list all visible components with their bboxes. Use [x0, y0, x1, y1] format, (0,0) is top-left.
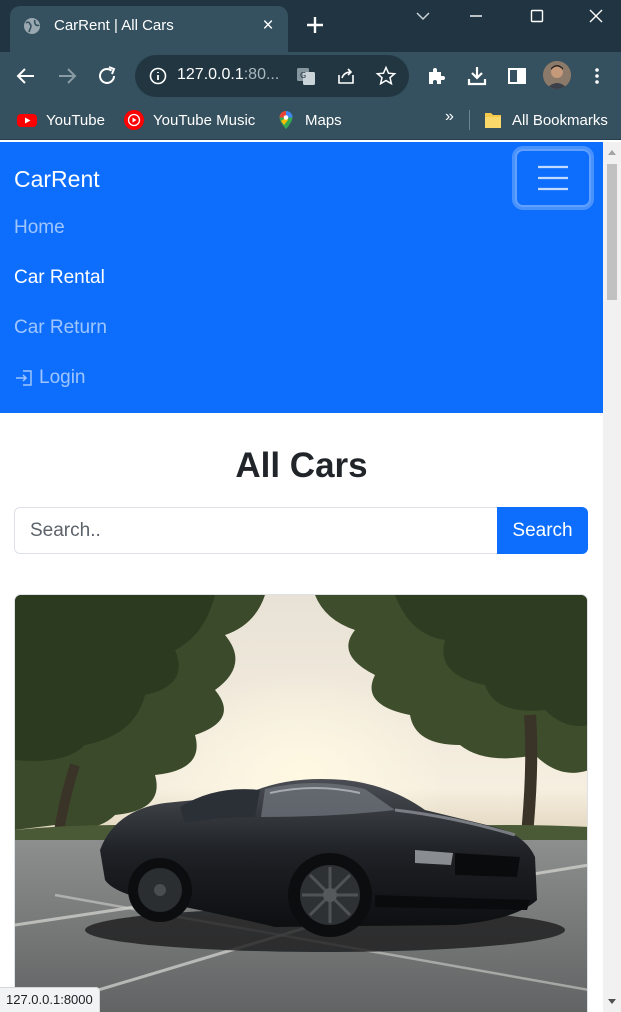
status-url-bubble: 127.0.0.1:8000 — [0, 987, 100, 1012]
bookmarks-overflow-button[interactable]: » — [445, 108, 454, 126]
hamburger-icon — [538, 165, 568, 191]
nav-link-home[interactable]: Home — [14, 217, 65, 239]
address-rest: :80... — [243, 66, 280, 83]
page-viewport: CarRent Home Car Rental Car Return Login… — [0, 142, 603, 1012]
info-icon[interactable] — [147, 65, 169, 87]
svg-text:G: G — [300, 71, 306, 80]
bookmark-label: Maps — [305, 111, 342, 129]
youtube-icon — [17, 114, 37, 127]
scroll-up-arrow-icon[interactable] — [607, 148, 617, 158]
navbar-brand[interactable]: CarRent — [14, 166, 100, 193]
plus-icon[interactable] — [304, 14, 326, 36]
bookmark-label: YouTube — [46, 111, 105, 129]
download-icon[interactable] — [465, 64, 489, 88]
browser-toolbar: 127.0.0.1:80... G — [0, 52, 621, 100]
nav-link-login[interactable]: Login — [14, 367, 86, 389]
login-icon — [16, 370, 32, 386]
search-form: Search — [14, 507, 588, 554]
chevron-down-icon[interactable] — [411, 4, 435, 28]
browser-tab[interactable]: CarRent | All Cars × — [10, 6, 288, 52]
bookmark-youtube[interactable]: YouTube — [16, 109, 105, 131]
address-host: 127.0.0.1 — [177, 66, 244, 83]
car-image[interactable] — [15, 595, 588, 1012]
nav-link-car-rental[interactable]: Car Rental — [14, 267, 105, 289]
navbar-toggler-button[interactable] — [515, 149, 591, 207]
navbar: CarRent Home Car Rental Car Return Login — [0, 142, 603, 413]
minimize-icon[interactable] — [464, 4, 488, 28]
translate-icon[interactable]: G — [295, 65, 317, 87]
bookmark-label: All Bookmarks — [512, 111, 608, 129]
share-icon[interactable] — [335, 65, 357, 87]
maximize-icon[interactable] — [525, 4, 549, 28]
page-title: All Cars — [235, 446, 368, 485]
avatar-image — [543, 61, 571, 89]
search-button[interactable]: Search — [497, 507, 588, 554]
bookmark-maps[interactable]: Maps — [275, 109, 342, 131]
avatar[interactable] — [543, 61, 571, 89]
star-icon[interactable] — [375, 65, 397, 87]
bookmark-label: YouTube Music — [153, 111, 256, 129]
back-icon[interactable] — [14, 64, 38, 88]
scroll-thumb[interactable] — [607, 164, 617, 300]
scroll-down-arrow-icon[interactable] — [607, 996, 617, 1006]
youtube-music-icon — [124, 110, 144, 130]
address-url[interactable]: 127.0.0.1:80... — [177, 66, 279, 84]
search-input[interactable] — [14, 507, 498, 554]
reload-icon[interactable] — [95, 64, 119, 88]
extensions-icon[interactable] — [425, 64, 449, 88]
all-bookmarks[interactable]: All Bookmarks — [482, 109, 608, 131]
browser-titlebar: CarRent | All Cars × — [0, 0, 621, 52]
nav-link-car-return[interactable]: Car Return — [14, 317, 107, 339]
maps-icon — [279, 111, 293, 129]
address-bar[interactable]: 127.0.0.1:80... G — [135, 55, 409, 97]
tab-close-icon[interactable]: × — [258, 16, 278, 36]
car-card[interactable] — [14, 594, 588, 1012]
bookmarks-divider — [469, 110, 470, 130]
close-icon[interactable] — [584, 4, 608, 28]
globe-icon — [24, 18, 40, 34]
forward-icon[interactable] — [55, 64, 79, 88]
bookmarks-bar: YouTube YouTube Music Maps » All Bookmar… — [0, 100, 621, 140]
side-panel-icon[interactable] — [505, 64, 529, 88]
folder-icon — [485, 113, 501, 128]
bookmark-youtube-music[interactable]: YouTube Music — [123, 109, 255, 131]
page-scrollbar[interactable] — [603, 142, 621, 1012]
nav-link-label: Login — [39, 367, 86, 388]
more-vert-icon[interactable] — [585, 64, 609, 88]
tab-title: CarRent | All Cars — [54, 17, 174, 34]
